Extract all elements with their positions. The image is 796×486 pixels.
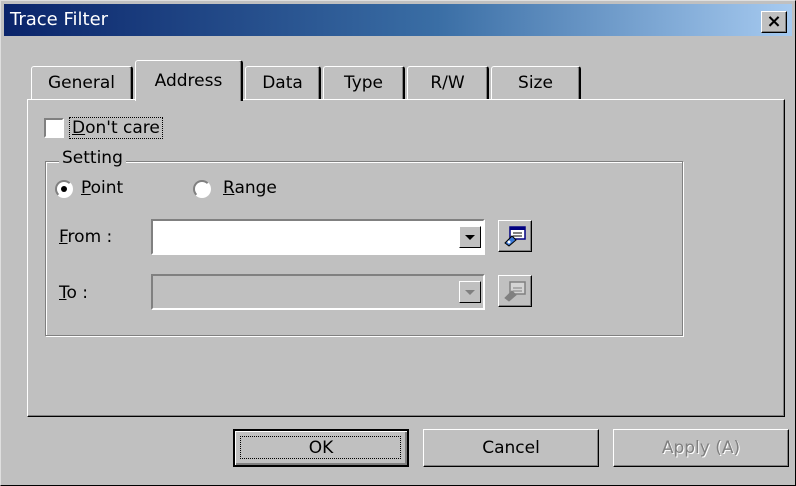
tab-label: General <box>48 73 115 93</box>
tab-label: Data <box>262 73 303 93</box>
ok-button[interactable]: OK <box>233 429 409 467</box>
address-picker-icon <box>504 281 526 302</box>
apply-button[interactable]: Apply (A) <box>613 429 789 467</box>
radio-selected-dot <box>61 186 67 192</box>
cancel-label: Cancel <box>482 438 540 458</box>
to-address-picker-button[interactable] <box>498 275 532 307</box>
close-icon: × <box>766 11 782 32</box>
to-input[interactable] <box>153 276 453 308</box>
range-radio[interactable] <box>193 180 211 198</box>
from-combobox[interactable] <box>151 219 485 255</box>
tab-rw[interactable]: R/W <box>407 66 489 99</box>
tab-label: Type <box>343 73 384 93</box>
to-combobox[interactable] <box>151 274 485 310</box>
from-address-picker-button[interactable] <box>498 220 532 252</box>
apply-label: Apply (A) <box>661 438 741 458</box>
tab-label: Address <box>154 71 223 91</box>
chevron-down-icon <box>465 289 475 295</box>
from-label: From : <box>59 227 113 247</box>
chevron-down-icon <box>465 234 475 240</box>
to-dropdown-button[interactable] <box>459 281 481 303</box>
to-label: To : <box>59 283 89 303</box>
dont-care-checkbox[interactable] <box>44 118 64 138</box>
address-picker-icon <box>504 226 526 247</box>
title-bar[interactable]: Trace Filter × <box>4 4 792 36</box>
from-input[interactable] <box>153 221 453 253</box>
point-radio[interactable] <box>55 180 73 198</box>
dont-care-label[interactable]: Don't care <box>69 117 163 139</box>
tab-label: Size <box>518 73 553 93</box>
tab-type[interactable]: Type <box>323 66 405 99</box>
window-title: Trace Filter <box>10 9 109 30</box>
tab-data[interactable]: Data <box>245 66 321 99</box>
point-radio-label[interactable]: Point <box>81 178 123 198</box>
tab-size[interactable]: Size <box>491 66 581 99</box>
setting-group-legend: Setting <box>59 148 126 168</box>
close-button[interactable]: × <box>761 11 787 33</box>
tab-label: R/W <box>430 73 465 93</box>
range-radio-label[interactable]: Range <box>223 178 277 198</box>
trace-filter-dialog: Trace Filter × General Address Data Type… <box>0 0 796 486</box>
focus-rect <box>240 436 401 459</box>
from-dropdown-button[interactable] <box>459 226 481 248</box>
tab-address[interactable]: Address <box>135 60 243 101</box>
cancel-button[interactable]: Cancel <box>423 429 599 467</box>
tab-general[interactable]: General <box>31 66 133 99</box>
